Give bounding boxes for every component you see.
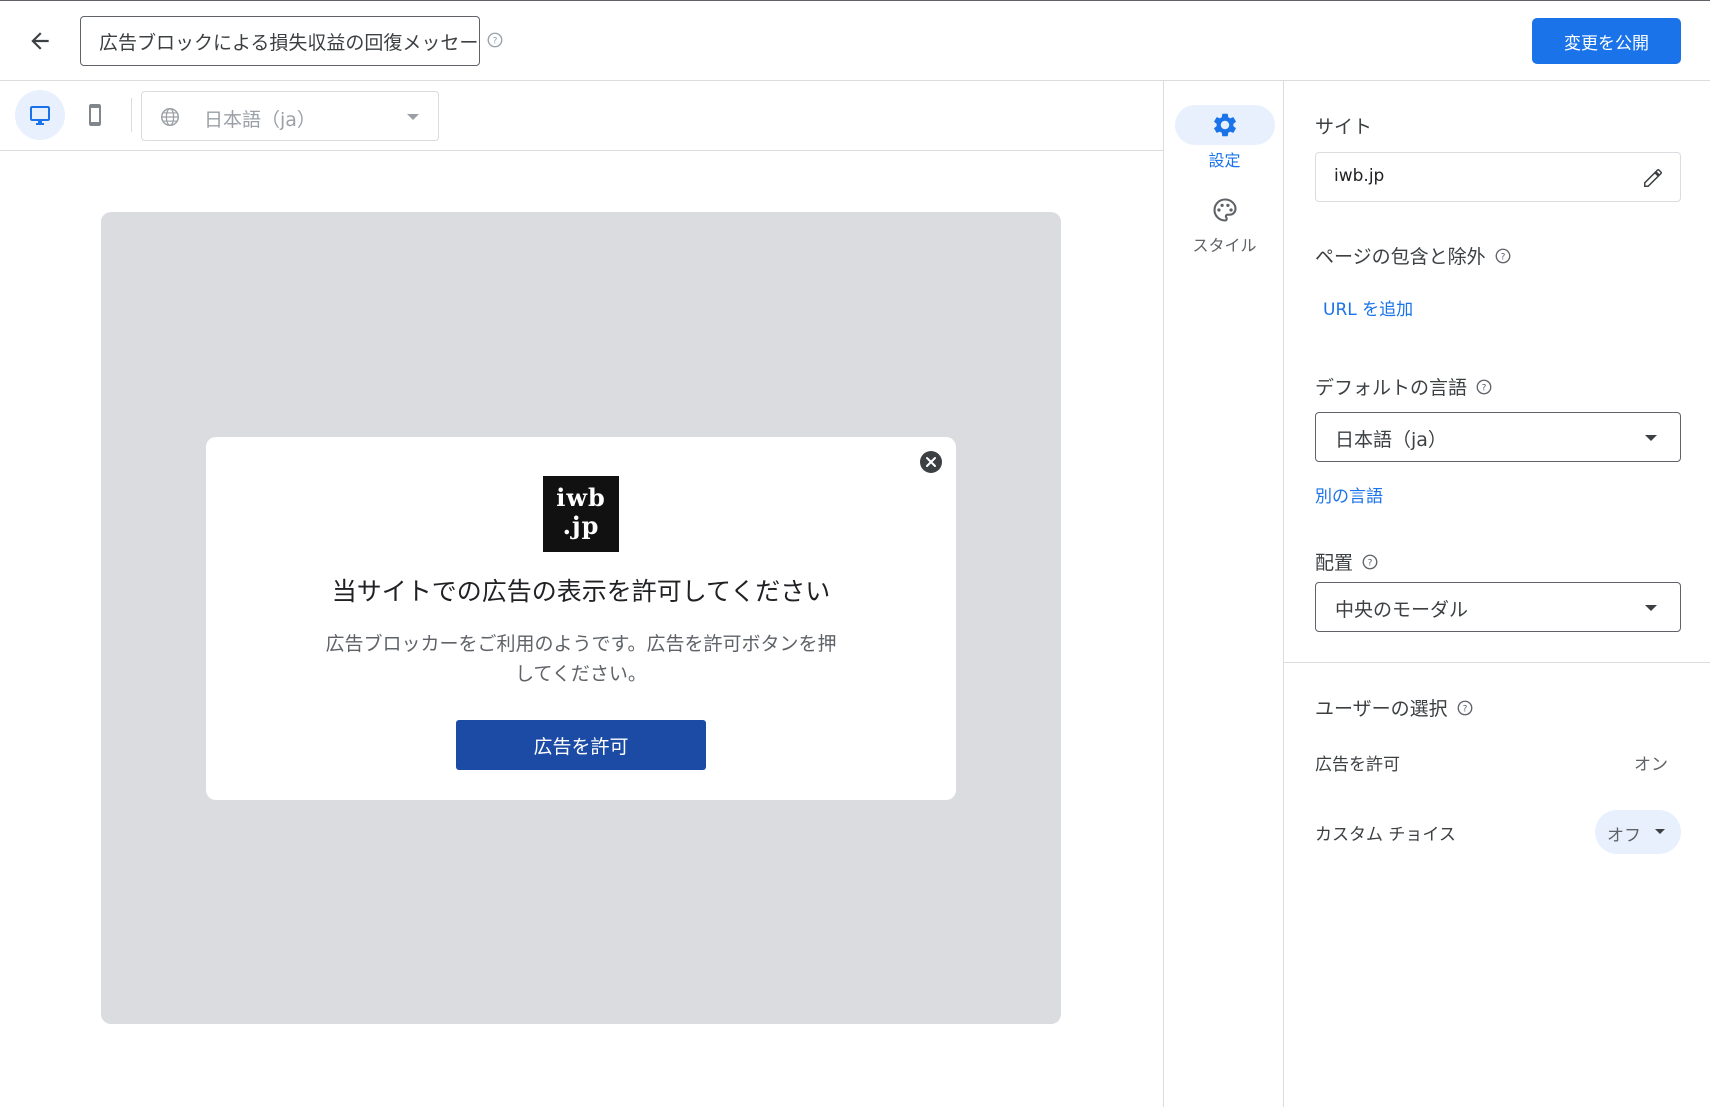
site-logo: iwb .jp xyxy=(543,476,619,552)
help-icon[interactable]: ? xyxy=(1361,553,1379,571)
preview-modal: iwb .jp 当サイトでの広告の表示を許可してください 広告ブロッカーをご利用… xyxy=(206,437,956,800)
rail-item-style[interactable]: スタイル xyxy=(1164,190,1285,256)
other-language-link[interactable]: 別の言語 xyxy=(1315,482,1383,507)
rail-pill-style xyxy=(1175,190,1275,230)
preview-background: iwb .jp 当サイトでの広告の表示を許可してください 広告ブロッカーをご利用… xyxy=(101,212,1061,1024)
allow-ads-label: 広告を許可 xyxy=(1315,755,1400,775)
chevron-down-icon xyxy=(407,114,419,120)
modal-title: 当サイトでの広告の表示を許可してください xyxy=(331,577,831,606)
svg-text:?: ? xyxy=(1482,383,1487,393)
logo-line-2: .jp xyxy=(562,511,600,540)
help-icon[interactable]: ? xyxy=(1494,247,1512,265)
pencil-icon[interactable] xyxy=(1642,167,1664,189)
modal-body: 広告ブロッカーをご利用のようです。広告を許可ボタンを押してください。 xyxy=(325,633,837,685)
message-title-input[interactable]: 広告ブロックによる損失収益の回復メッセージ xyxy=(80,16,480,66)
arrow-back-icon xyxy=(31,32,49,50)
placement-select[interactable]: 中央のモーダル xyxy=(1315,582,1681,632)
svg-text:?: ? xyxy=(1500,252,1505,262)
pages-section-title: ページの包含と除外 ? xyxy=(1315,242,1512,269)
pages-section-label: ページの包含と除外 xyxy=(1315,246,1486,268)
custom-choice-value: オフ xyxy=(1607,826,1641,846)
rail-item-settings[interactable]: 設定 xyxy=(1164,105,1285,171)
chevron-down-icon xyxy=(1645,605,1657,611)
preview-language-value: 日本語（ja） xyxy=(204,109,316,131)
desktop-view-button[interactable] xyxy=(15,90,65,140)
toolbar-divider xyxy=(131,98,132,132)
placement-label: 配置 xyxy=(1315,552,1354,574)
mobile-view-button[interactable] xyxy=(70,90,120,140)
default-language-select[interactable]: 日本語（ja） xyxy=(1315,412,1681,462)
back-button[interactable] xyxy=(20,21,60,61)
user-choice-title: ユーザーの選択 ? xyxy=(1315,694,1474,721)
placement-title: 配置 ? xyxy=(1315,548,1379,575)
svg-text:?: ? xyxy=(1462,704,1467,714)
default-language-value: 日本語（ja） xyxy=(1335,429,1447,451)
allow-ads-button[interactable]: 広告を許可 xyxy=(456,720,706,770)
default-language-title: デフォルトの言語 ? xyxy=(1315,373,1493,400)
palette-icon xyxy=(1213,198,1237,222)
svg-text:?: ? xyxy=(1368,558,1373,568)
help-icon[interactable]: ? xyxy=(1475,378,1493,396)
logo-line-1: iwb xyxy=(556,483,606,512)
desktop-icon xyxy=(30,106,50,125)
panel-divider xyxy=(1284,662,1710,663)
custom-choice-dropdown[interactable]: オフ xyxy=(1595,810,1681,854)
chevron-down-icon xyxy=(1645,435,1657,441)
site-value: iwb.jp xyxy=(1334,166,1385,186)
rail-label-settings: 設定 xyxy=(1208,151,1241,170)
site-field: iwb.jp xyxy=(1315,152,1681,202)
gear-icon xyxy=(1213,113,1236,137)
close-icon[interactable] xyxy=(920,451,942,473)
site-section-label: サイト xyxy=(1315,116,1373,138)
rail-pill-settings xyxy=(1174,105,1275,145)
message-title-text: 広告ブロックによる損失収益の回復メッセージ xyxy=(99,31,480,54)
top-bar: 広告ブロックによる損失収益の回復メッセージ ? 変更を公開 xyxy=(0,0,1710,81)
rail-label-style: スタイル xyxy=(1192,236,1257,255)
chevron-down-icon xyxy=(1655,829,1665,834)
help-icon[interactable]: ? xyxy=(1456,699,1474,717)
side-rail: 設定 スタイル xyxy=(1163,81,1284,1107)
custom-choice-label: カスタム チョイス xyxy=(1315,825,1456,845)
help-icon[interactable]: ? xyxy=(486,31,504,49)
settings-panel: サイト iwb.jp ページの包含と除外 ? URL を追加 デフォルトの言語 … xyxy=(1284,81,1710,1107)
preview-toolbar: 日本語（ja） xyxy=(0,81,1163,151)
publish-button[interactable]: 変更を公開 xyxy=(1532,18,1681,64)
placement-value: 中央のモーダル xyxy=(1335,599,1469,621)
user-choice-label: ユーザーの選択 xyxy=(1315,698,1448,720)
add-url-link[interactable]: URL を追加 xyxy=(1323,295,1413,320)
smartphone-icon xyxy=(89,104,101,126)
default-language-label: デフォルトの言語 xyxy=(1315,377,1468,399)
globe-icon xyxy=(161,108,179,126)
allow-ads-status: オン xyxy=(1634,755,1668,775)
svg-text:?: ? xyxy=(493,36,498,46)
preview-language-select[interactable]: 日本語（ja） xyxy=(141,91,439,141)
site-section-title: サイト xyxy=(1315,112,1372,139)
